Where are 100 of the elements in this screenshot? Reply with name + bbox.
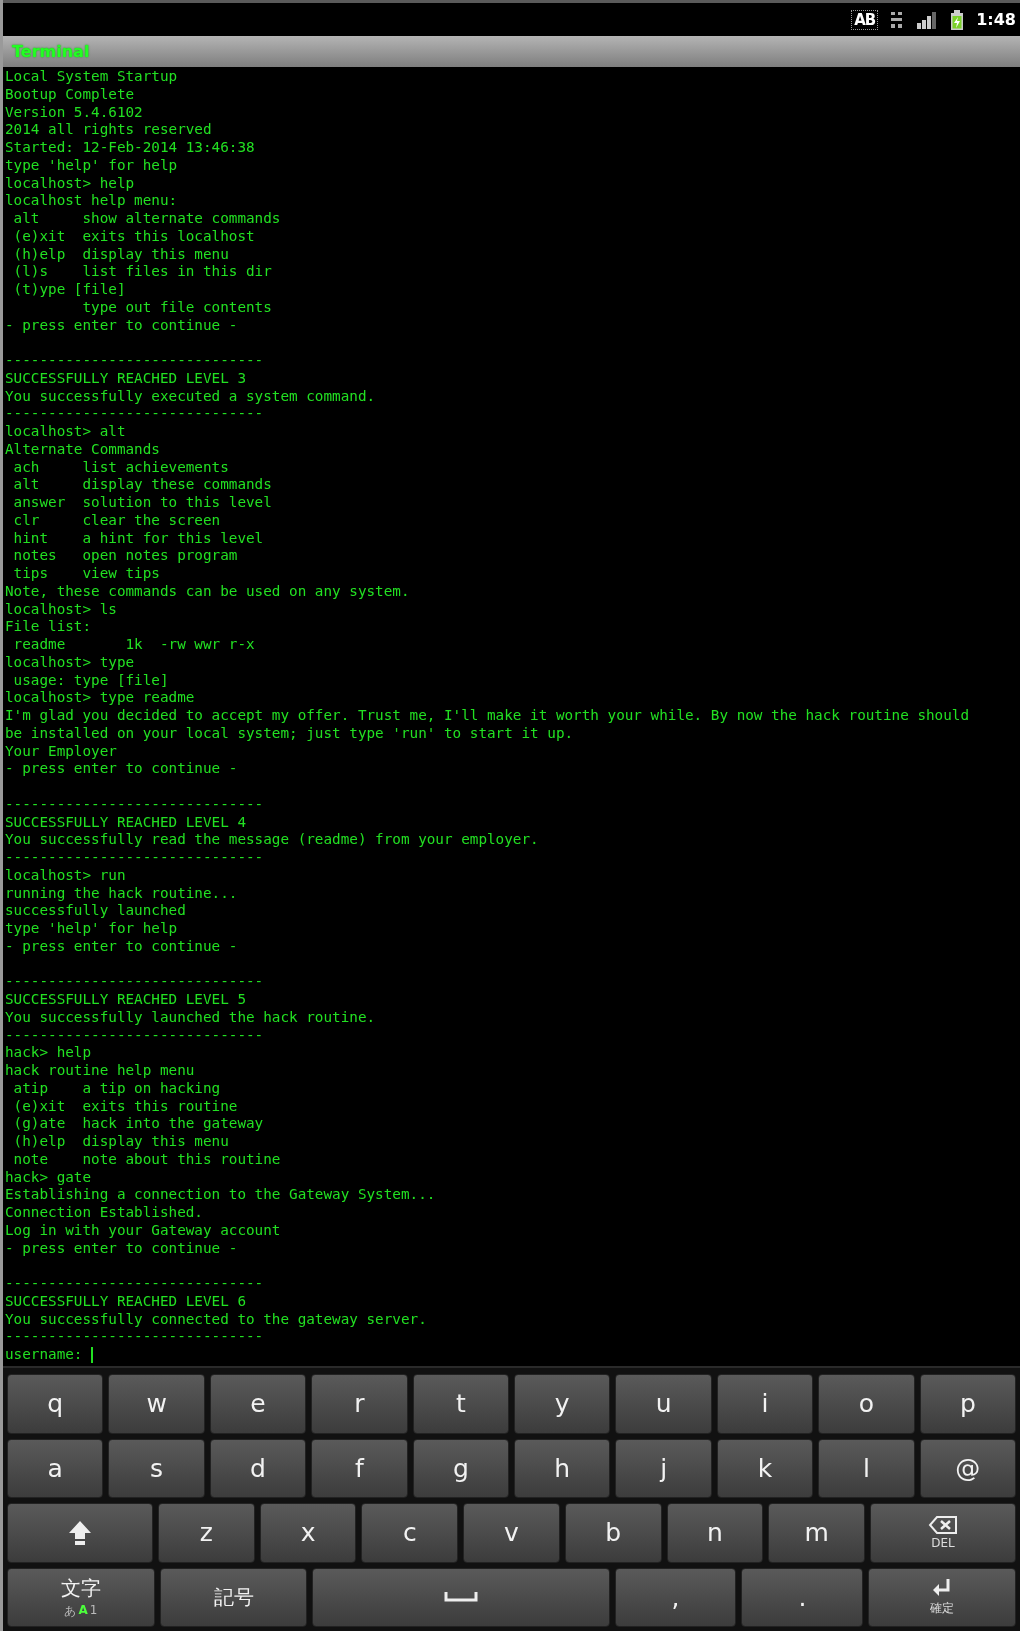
key[interactable]: , bbox=[614, 1567, 737, 1627]
battery-icon bbox=[950, 9, 965, 30]
prompt-label: username: bbox=[5, 1346, 83, 1362]
terminal-line: ------------------------------ bbox=[5, 973, 264, 990]
terminal-line: type out file contents bbox=[81, 298, 272, 315]
terminal-line: ach list achievements bbox=[12, 458, 229, 475]
terminal-line: clr clear the screen bbox=[12, 511, 221, 528]
terminal-line: (h)elp display this menu bbox=[12, 245, 229, 262]
key[interactable]: q bbox=[7, 1374, 104, 1434]
mode-indicator: あ bbox=[64, 1602, 77, 1620]
key[interactable]: o bbox=[818, 1374, 915, 1434]
key[interactable]: w bbox=[108, 1374, 205, 1434]
key[interactable]: i bbox=[716, 1374, 814, 1434]
input-mode-key[interactable]: 文字 あ A 1 bbox=[7, 1567, 155, 1627]
key[interactable]: t bbox=[412, 1374, 510, 1434]
key-caption: 確定 bbox=[930, 1600, 955, 1618]
terminal-line: I'm glad you decided to accept my offer. Trust me, I'll make it worth your while. By now the hack routine should bbox=[5, 707, 970, 723]
terminal-line: Local System Startup bbox=[5, 68, 178, 84]
mode-indicator: 1 bbox=[89, 1602, 98, 1619]
terminal-line: ------------------------------ bbox=[5, 352, 264, 368]
terminal-line: Version 5.4.6102 bbox=[5, 103, 143, 120]
key[interactable]: h bbox=[514, 1438, 611, 1498]
terminal-line: - press enter to continue - bbox=[5, 760, 238, 777]
window-title: Terminal bbox=[12, 42, 90, 61]
terminal-line: type 'help' for help bbox=[5, 156, 178, 173]
signal-icon bbox=[916, 10, 939, 29]
space-bar-icon bbox=[444, 1592, 479, 1603]
key[interactable]: c bbox=[361, 1503, 459, 1563]
key[interactable]: z bbox=[157, 1503, 255, 1563]
key[interactable]: k bbox=[716, 1438, 814, 1498]
terminal-line: be installed on your local system; just type 'run' to start it up. bbox=[5, 724, 574, 741]
key[interactable]: u bbox=[615, 1374, 712, 1434]
clock: 1:48 bbox=[976, 10, 1016, 29]
terminal-line: ------------------------------ bbox=[5, 1026, 264, 1043]
terminal-line: (l)s list files in this dir bbox=[12, 263, 272, 280]
terminal-line: alt show alternate commands bbox=[12, 210, 281, 226]
network-icon bbox=[890, 10, 905, 29]
terminal-line: (e)xit exits this routine bbox=[12, 1097, 238, 1114]
key[interactable]: x bbox=[259, 1503, 357, 1563]
key-caption: DEL bbox=[931, 1536, 955, 1551]
terminal-line: (e)xit exits this localhost bbox=[12, 227, 255, 244]
terminal-line: tips view tips bbox=[12, 565, 160, 581]
key[interactable]: s bbox=[108, 1438, 205, 1498]
terminal-line: Note, these commands can be used on any system. bbox=[5, 582, 410, 599]
key[interactable]: r bbox=[311, 1374, 408, 1434]
terminal-line: ------------------------------ bbox=[5, 1328, 264, 1345]
terminal-line: - press enter to continue - bbox=[5, 1239, 238, 1256]
terminal-line: (t)ype [file] bbox=[12, 281, 126, 297]
text-cursor bbox=[91, 1347, 94, 1363]
key[interactable]: y bbox=[514, 1374, 611, 1434]
terminal-line: (h)elp display this menu bbox=[12, 1133, 229, 1149]
key[interactable]: p bbox=[919, 1374, 1017, 1434]
symbols-key[interactable]: 記号 bbox=[159, 1567, 308, 1627]
key[interactable]: a bbox=[7, 1438, 104, 1498]
shift-key[interactable] bbox=[7, 1503, 153, 1563]
terminal-line: Bootup Complete bbox=[5, 85, 135, 102]
terminal-line: - press enter to continue - bbox=[5, 316, 238, 333]
terminal-line: File list: bbox=[5, 618, 92, 635]
terminal-line: (g)ate hack into the gateway bbox=[12, 1115, 264, 1132]
key-caption: 文字 bbox=[60, 1574, 101, 1602]
mode-indicator: A bbox=[78, 1602, 88, 1619]
terminal-line: SUCCESSFULLY REACHED LEVEL 6 bbox=[5, 1292, 246, 1309]
key[interactable]: g bbox=[412, 1438, 510, 1498]
terminal-line: hack routine help menu bbox=[5, 1062, 195, 1078]
terminal-line: You successfully executed a system command. bbox=[5, 387, 376, 404]
key[interactable]: d bbox=[209, 1438, 307, 1498]
key[interactable]: @ bbox=[919, 1438, 1017, 1498]
terminal-line: localhost> alt bbox=[5, 423, 126, 439]
terminal-line: hint a hint for this level bbox=[12, 529, 264, 546]
terminal-line: You successfully read the message (readme) from your employer. bbox=[5, 831, 539, 848]
terminal-line: Your Employer bbox=[5, 742, 117, 759]
terminal-line: Alternate Commands bbox=[5, 440, 160, 457]
terminal-line: notes open notes program bbox=[12, 547, 238, 564]
terminal-line: ------------------------------ bbox=[5, 1275, 264, 1291]
terminal-line: localhost> type readme bbox=[5, 689, 195, 706]
enter-key[interactable]: 確定 bbox=[868, 1567, 1016, 1627]
terminal-line: SUCCESSFULLY REACHED LEVEL 3 bbox=[5, 369, 246, 386]
key[interactable]: v bbox=[463, 1503, 560, 1563]
terminal-line: - press enter to continue - bbox=[5, 937, 238, 954]
terminal-line: Establishing a connection to the Gateway System... bbox=[5, 1186, 436, 1203]
input-method-indicator: AB bbox=[851, 9, 879, 30]
terminal-line: usage: type [file] bbox=[12, 671, 169, 688]
key[interactable]: f bbox=[311, 1438, 408, 1498]
terminal-line: 2014 all rights reserved bbox=[5, 121, 212, 138]
key[interactable]: . bbox=[741, 1567, 864, 1627]
terminal-line: hack> gate bbox=[5, 1168, 92, 1185]
terminal-line: answer solution to this level bbox=[12, 494, 272, 510]
terminal-line: ------------------------------ bbox=[5, 795, 264, 812]
key[interactable]: n bbox=[666, 1503, 764, 1563]
terminal-line: Connection Established. bbox=[5, 1204, 203, 1220]
terminal-line: hack> help bbox=[5, 1044, 92, 1061]
key[interactable]: m bbox=[768, 1503, 865, 1563]
terminal-line: Log in with your Gateway account bbox=[5, 1221, 281, 1238]
terminal-line: successfully launched bbox=[5, 902, 186, 919]
key[interactable]: j bbox=[615, 1438, 712, 1498]
key[interactable]: l bbox=[818, 1438, 915, 1498]
key[interactable]: b bbox=[564, 1503, 662, 1563]
key[interactable]: e bbox=[209, 1374, 307, 1434]
delete-key[interactable]: DEL bbox=[870, 1503, 1016, 1563]
terminal-line: atip a tip on hacking bbox=[12, 1079, 221, 1096]
